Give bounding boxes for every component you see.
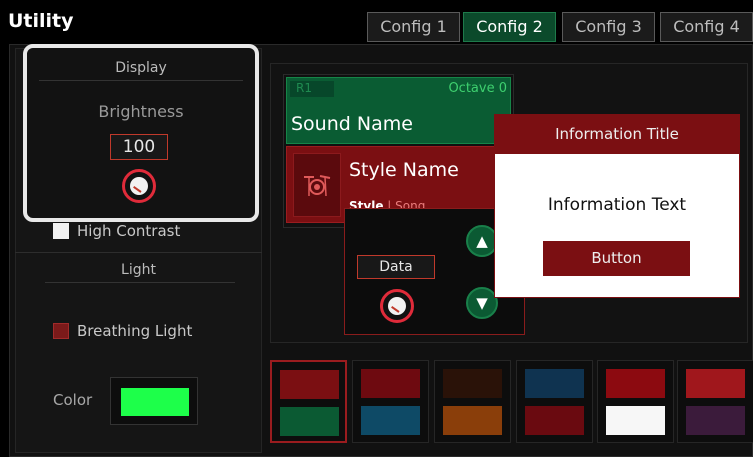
preset-top-swatch <box>443 369 502 398</box>
dialog-title: Information Title <box>495 115 739 154</box>
tab-config-2[interactable]: Config 2 <box>463 12 556 42</box>
color-preset-4[interactable] <box>516 360 593 443</box>
data-field[interactable]: Data <box>357 255 435 279</box>
information-dialog: Information Title Information Text Butto… <box>494 114 740 298</box>
dialog-button[interactable]: Button <box>543 241 690 276</box>
preset-bottom-swatch <box>443 406 502 435</box>
brightness-label: Brightness <box>98 102 184 121</box>
light-title: Light <box>121 262 156 278</box>
light-title-line <box>45 282 235 283</box>
high-contrast-checkbox[interactable] <box>53 223 69 239</box>
display-title: Display <box>115 60 167 76</box>
color-swatch <box>121 388 189 416</box>
tab-config-3[interactable]: Config 3 <box>562 12 655 42</box>
tab-config-1[interactable]: Config 1 <box>367 12 460 42</box>
high-contrast-label: High Contrast <box>77 222 181 240</box>
tab-config-4[interactable]: Config 4 <box>660 12 753 42</box>
dialog-text: Information Text <box>547 195 687 215</box>
display-title-line <box>39 80 243 81</box>
preset-top-swatch <box>525 369 584 398</box>
preset-top-swatch <box>280 370 339 399</box>
sound-name: Sound Name <box>291 113 413 135</box>
app-title: Utility <box>8 10 74 32</box>
preset-top-swatch <box>686 369 745 398</box>
octave-label: Octave 0 <box>448 81 507 96</box>
preset-bottom-swatch <box>361 406 420 435</box>
style-name: Style Name <box>349 159 459 181</box>
color-preset-3[interactable] <box>434 360 511 443</box>
preset-bottom-swatch <box>606 406 665 435</box>
brightness-knob[interactable] <box>122 169 156 203</box>
preset-bottom-swatch <box>686 406 745 435</box>
color-preset-5[interactable] <box>597 360 674 443</box>
color-picker[interactable] <box>110 377 198 425</box>
display-section: Display Brightness 100 <box>23 44 259 222</box>
brightness-value[interactable]: 100 <box>110 134 168 160</box>
knob-indicator <box>391 306 400 313</box>
preset-bottom-swatch <box>525 406 584 435</box>
color-preset-2[interactable] <box>352 360 429 443</box>
color-preset-1[interactable] <box>270 360 347 443</box>
triangle-up-icon: ▲ <box>476 232 488 250</box>
breathing-light-label: Breathing Light <box>77 322 193 340</box>
breathing-light-checkbox[interactable] <box>53 323 69 339</box>
data-knob[interactable] <box>380 289 414 323</box>
preset-top-swatch <box>606 369 665 398</box>
color-label: Color <box>53 391 93 409</box>
knob-indicator <box>133 186 142 193</box>
top-bar: Utility Config 1 Config 2 Config 3 Confi… <box>0 0 753 44</box>
sound-block[interactable]: R1 Octave 0 Sound Name <box>286 77 511 144</box>
triangle-down-icon: ▼ <box>476 294 488 312</box>
drum-kit-icon <box>293 153 341 217</box>
color-preset-6[interactable] <box>677 360 753 443</box>
section-divider <box>15 252 262 253</box>
preset-top-swatch <box>361 369 420 398</box>
preset-bottom-swatch <box>280 407 339 436</box>
part-badge: R1 <box>290 81 334 97</box>
